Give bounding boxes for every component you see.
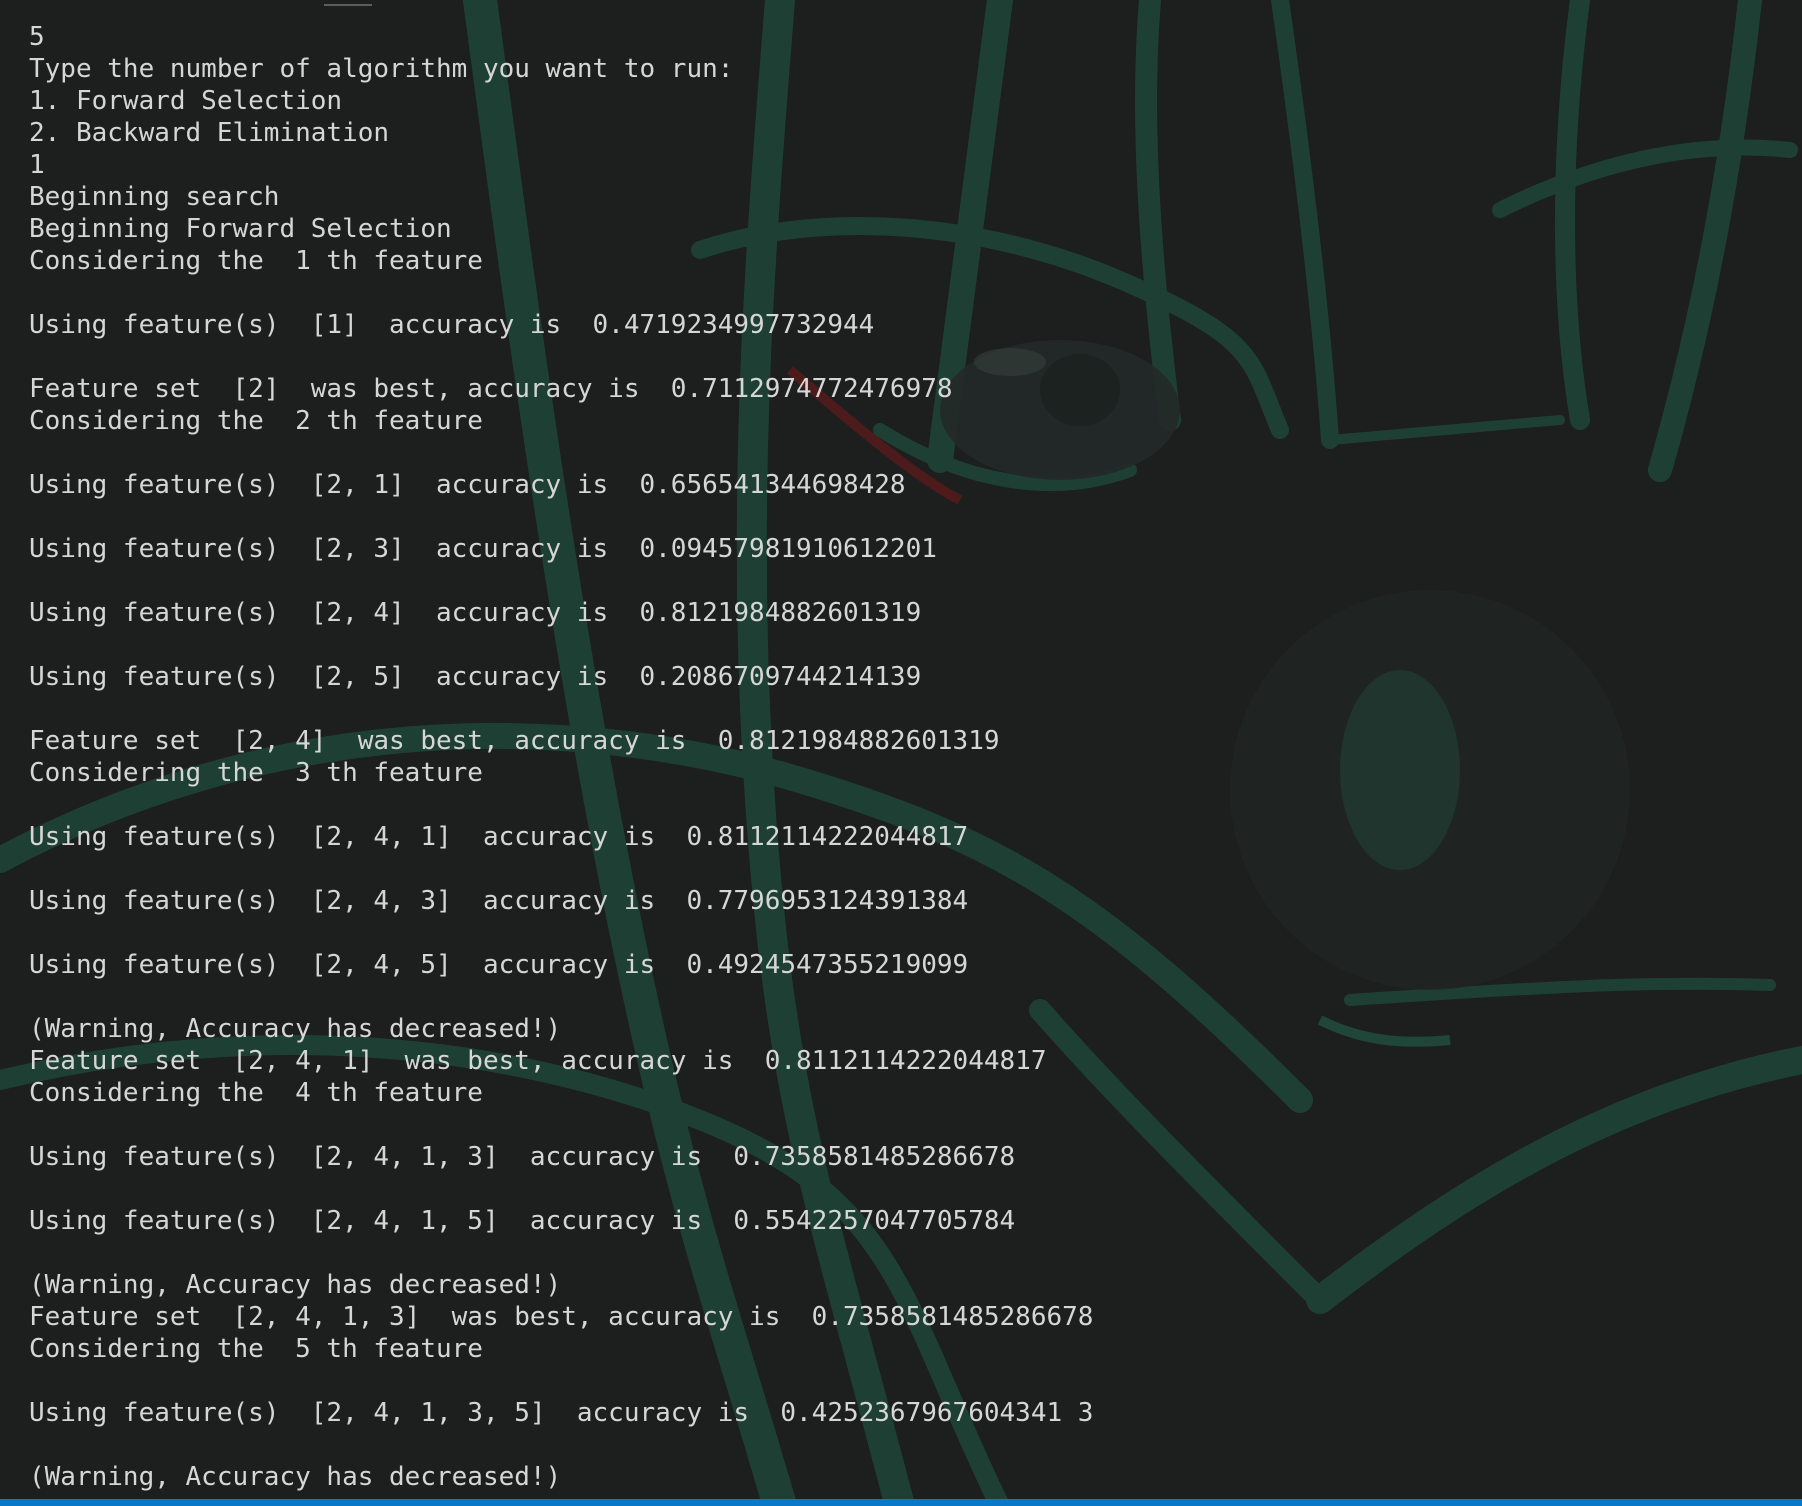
scroll-indicator	[324, 4, 372, 6]
terminal-line: 5	[29, 22, 45, 52]
terminal-line: Using feature(s) [2, 3] accuracy is 0.09…	[29, 534, 937, 564]
terminal-line: Considering the 5 th feature	[29, 1334, 483, 1364]
terminal-window[interactable]: 5 Type the number of algorithm you want t…	[0, 0, 1802, 1506]
terminal-line: Beginning search	[29, 182, 280, 212]
terminal-line: (Warning, Accuracy has decreased!)	[29, 1014, 562, 1044]
terminal-line: 1. Forward Selection	[29, 86, 343, 116]
terminal-line: Using feature(s) [2, 4, 1, 5] accuracy i…	[29, 1206, 1016, 1236]
terminal-line: Feature set [2] was best, accuracy is 0.…	[29, 374, 953, 404]
terminal-line: Using feature(s) [1] accuracy is 0.47192…	[29, 310, 875, 340]
terminal-line: Beginning Forward Selection	[29, 214, 452, 244]
terminal-line: Using feature(s) [2, 4, 1, 3, 5] accurac…	[29, 1398, 1094, 1428]
terminal-line: Using feature(s) [2, 4] accuracy is 0.81…	[29, 598, 922, 628]
terminal-line: Feature set [2, 4, 1] was best, accuracy…	[29, 1046, 1047, 1076]
terminal-line: Using feature(s) [2, 5] accuracy is 0.20…	[29, 662, 922, 692]
terminal-line: 2. Backward Elimination	[29, 118, 390, 148]
terminal-line: Considering the 2 th feature	[29, 406, 483, 436]
terminal-line: Using feature(s) [2, 4, 5] accuracy is 0…	[29, 950, 969, 980]
terminal-line: Feature set [2, 4] was best, accuracy is…	[29, 726, 1000, 756]
terminal-line: Type the number of algorithm you want to…	[29, 54, 734, 84]
terminal-line: (Warning, Accuracy has decreased!)	[29, 1462, 562, 1492]
terminal-line: (Warning, Accuracy has decreased!)	[29, 1270, 562, 1300]
status-strip	[0, 1499, 1802, 1506]
terminal-line: Using feature(s) [2, 4, 3] accuracy is 0…	[29, 886, 969, 916]
terminal-line: Considering the 3 th feature	[29, 758, 483, 788]
terminal-line: Feature set [2, 4, 1, 3] was best, accur…	[29, 1302, 1094, 1332]
terminal-line: Using feature(s) [2, 4, 1, 3] accuracy i…	[29, 1142, 1016, 1172]
terminal-line: Considering the 4 th feature	[29, 1078, 483, 1108]
terminal-line: Using feature(s) [2, 1] accuracy is 0.65…	[29, 470, 906, 500]
terminal-line: Considering the 1 th feature	[29, 246, 483, 276]
terminal-line: 1	[29, 150, 45, 180]
terminal-output: 5 Type the number of algorithm you want t…	[29, 21, 1093, 1493]
terminal-line: Using feature(s) [2, 4, 1] accuracy is 0…	[29, 822, 969, 852]
